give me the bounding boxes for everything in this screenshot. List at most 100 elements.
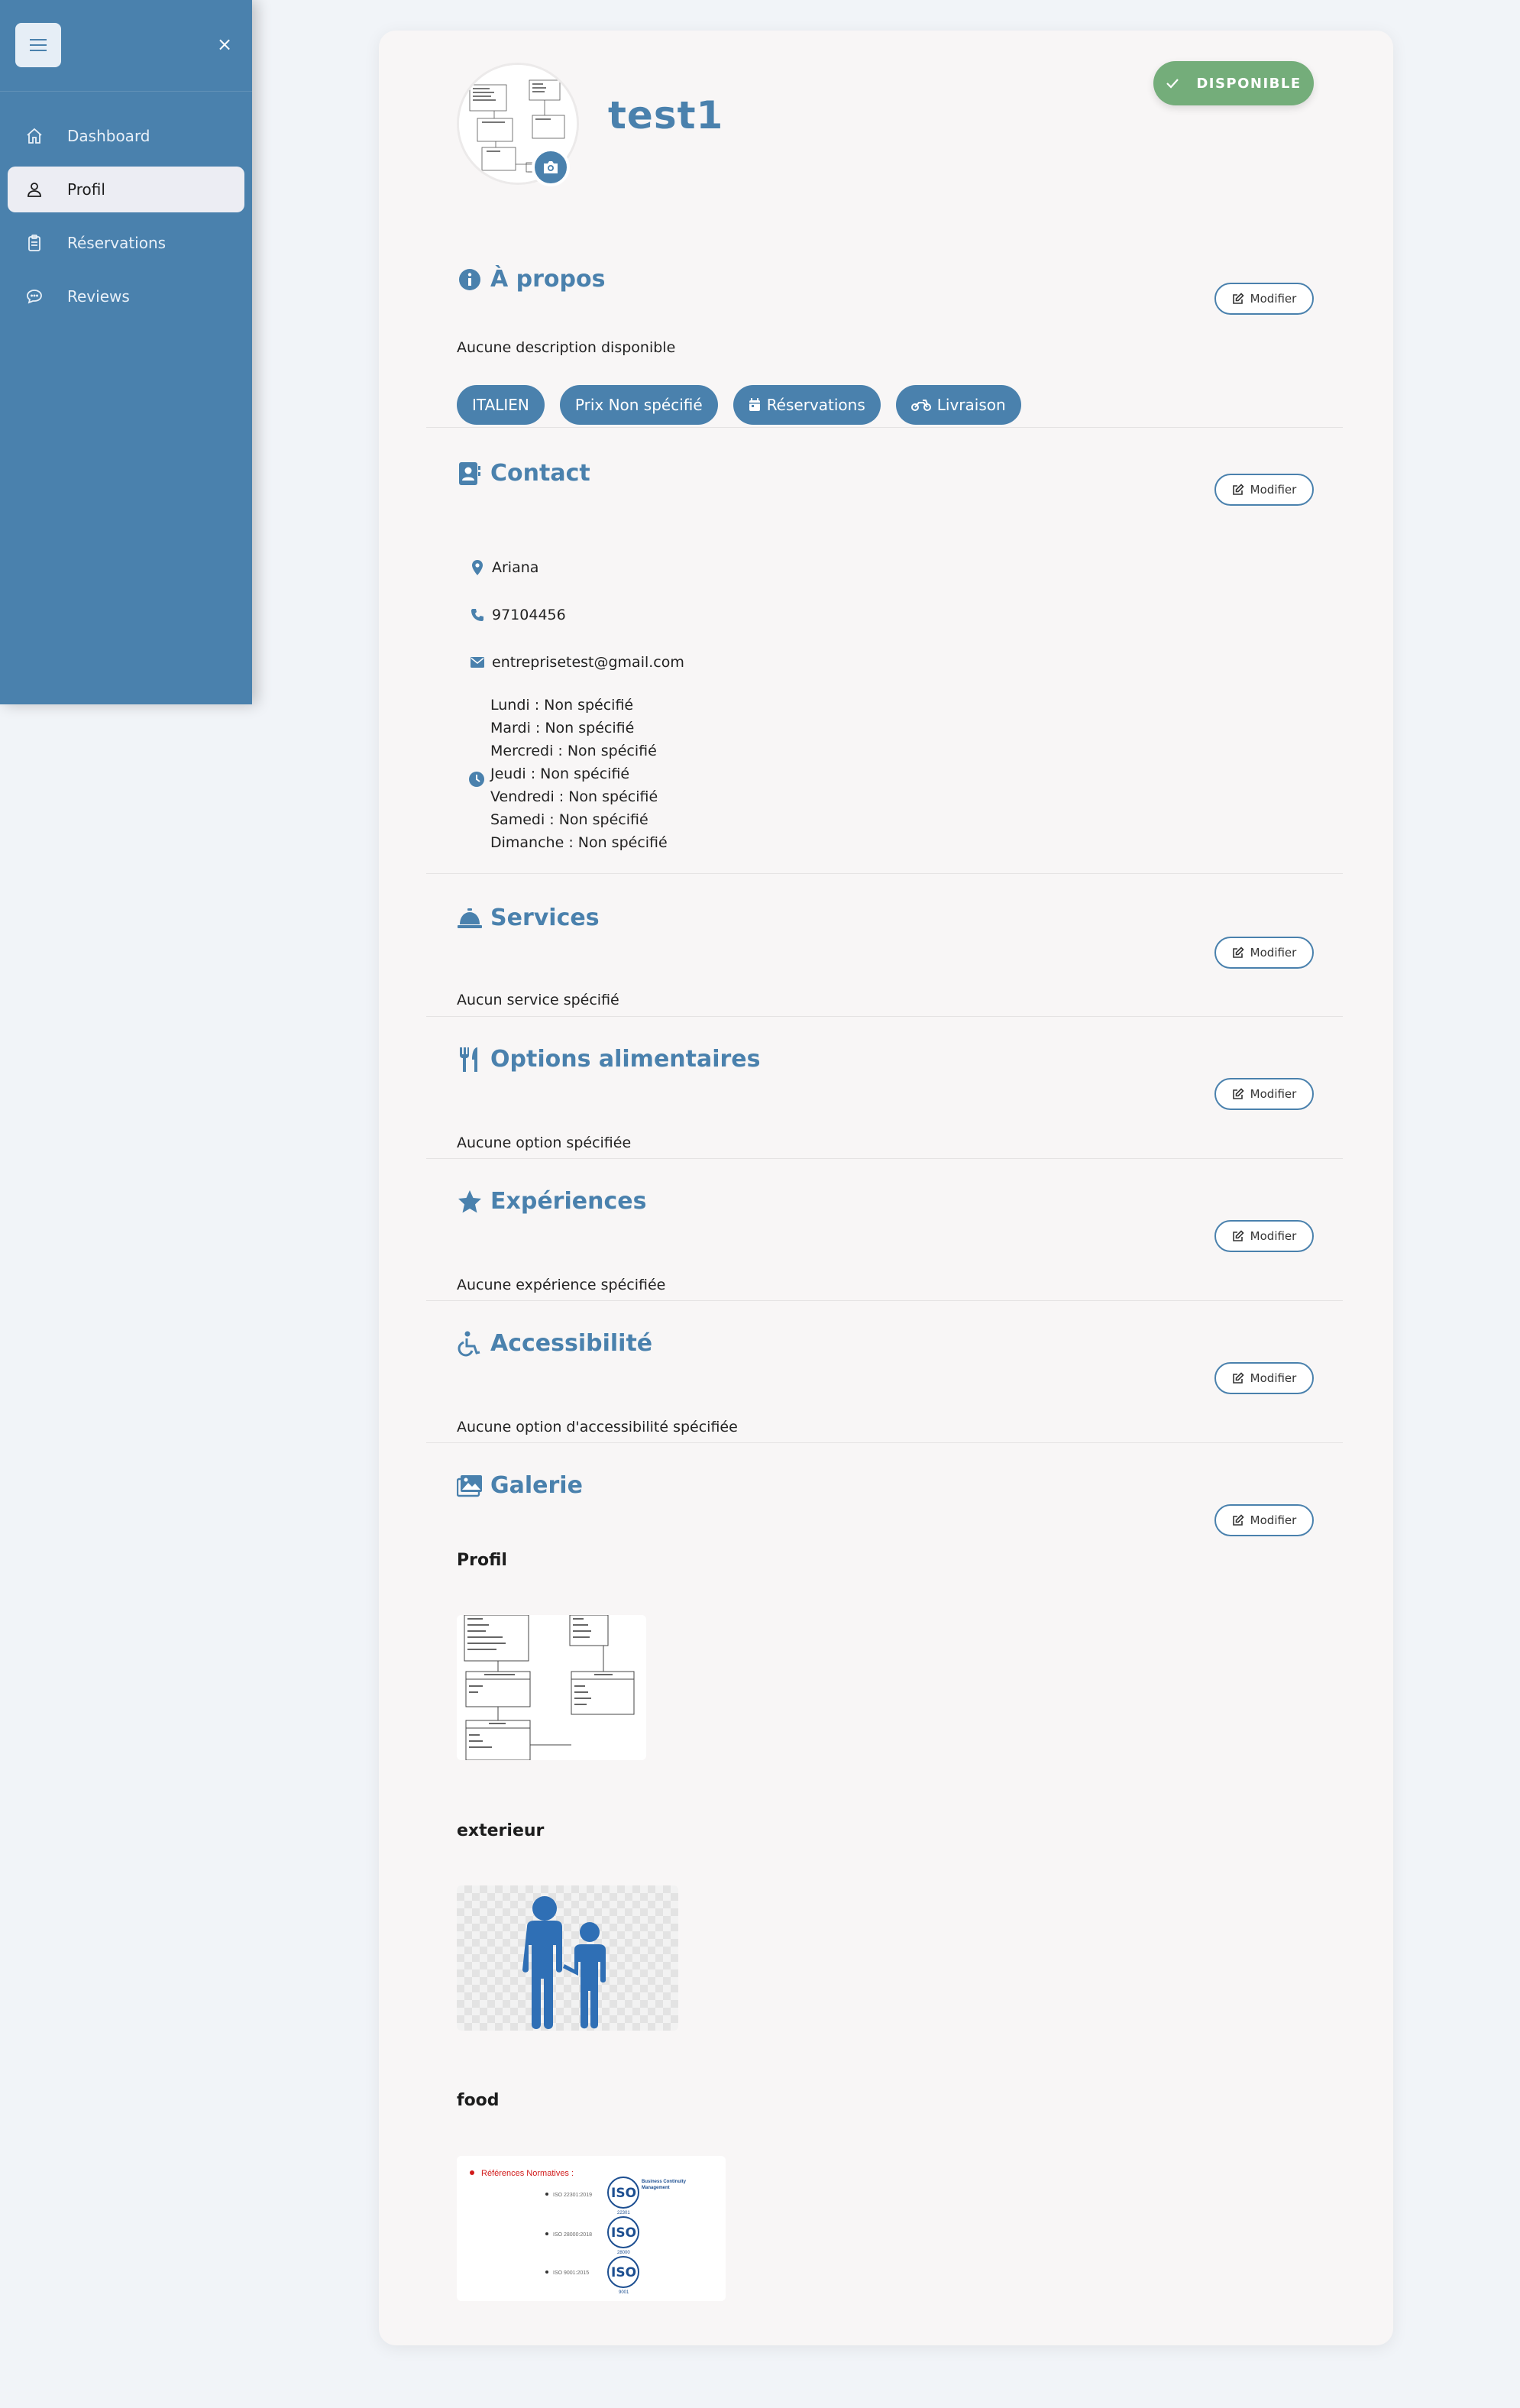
edit-services-button[interactable]: Modifier bbox=[1214, 937, 1314, 969]
contact-location-text: Ariana bbox=[492, 559, 539, 576]
dietary-text: Aucune option spécifiée bbox=[457, 1134, 632, 1151]
wheelchair-icon bbox=[457, 1331, 483, 1357]
edit-icon bbox=[1232, 1088, 1244, 1100]
food-image-heading: Références Normatives : bbox=[481, 2169, 574, 2178]
sidebar-item-reviews[interactable]: Reviews bbox=[8, 273, 244, 319]
opening-hours: Lundi : Non spécifié Mardi : Non spécifi… bbox=[490, 694, 668, 854]
sidebar-item-label: Dashboard bbox=[67, 127, 150, 145]
sidebar-header: × bbox=[0, 0, 252, 92]
contact-section: Contact Modifier Ariana 97104456 entrepr… bbox=[426, 428, 1343, 874]
section-title: Galerie bbox=[457, 1472, 583, 1499]
button-label: Modifier bbox=[1250, 292, 1297, 306]
status-badge[interactable]: DISPONIBLE bbox=[1153, 61, 1314, 105]
button-label: Modifier bbox=[1250, 483, 1297, 497]
hamburger-icon bbox=[30, 39, 47, 51]
edit-contact-button[interactable]: Modifier bbox=[1214, 474, 1314, 506]
hours-line: Jeudi : Non spécifié bbox=[490, 765, 630, 782]
sidebar-item-profil[interactable]: Profil bbox=[8, 167, 244, 212]
hours-line: Dimanche : Non spécifié bbox=[490, 834, 668, 851]
hours-line: Lundi : Non spécifié bbox=[490, 697, 634, 714]
star-icon bbox=[457, 1189, 483, 1215]
section-title: Services bbox=[457, 905, 600, 931]
about-tags: ITALIEN Prix Non spécifié Réservations L… bbox=[457, 385, 1037, 425]
gallery-group-label: Profil bbox=[457, 1551, 507, 1570]
parent-child-icon bbox=[522, 1896, 606, 2029]
contact-phone-text: 97104456 bbox=[492, 607, 566, 623]
sidebar-item-reservations[interactable]: Réservations bbox=[8, 220, 244, 266]
button-label: Modifier bbox=[1250, 1371, 1297, 1385]
contact-card-icon bbox=[457, 461, 483, 487]
section-title: Accessibilité bbox=[457, 1330, 652, 1357]
section-title-text: Expériences bbox=[490, 1188, 647, 1215]
section-title-text: Options alimentaires bbox=[490, 1046, 761, 1073]
section-title-text: Galerie bbox=[490, 1472, 583, 1499]
iso-badge-caption: Business Continuity Management bbox=[642, 2180, 687, 2190]
close-sidebar-button[interactable]: × bbox=[217, 35, 232, 53]
gallery-image-food[interactable]: Références Normatives : ISO 22301:2019 I… bbox=[457, 2156, 726, 2301]
button-label: Modifier bbox=[1250, 1087, 1297, 1101]
iso-badge-number: 22301 bbox=[617, 2211, 630, 2215]
edit-icon bbox=[1232, 293, 1244, 305]
edit-accessibility-button[interactable]: Modifier bbox=[1214, 1362, 1314, 1394]
tag-label: Livraison bbox=[936, 396, 1006, 414]
section-title-text: Services bbox=[490, 905, 600, 931]
user-icon bbox=[24, 180, 44, 199]
services-section: Services Modifier Aucun service spécifié bbox=[426, 874, 1343, 1017]
sidebar-nav: Dashboard Profil Réservations Reviews bbox=[0, 92, 252, 319]
clock-icon bbox=[469, 772, 484, 790]
experiences-text: Aucune expérience spécifiée bbox=[457, 1277, 666, 1293]
gallery-image-exterieur[interactable] bbox=[457, 1885, 678, 2031]
button-label: Modifier bbox=[1250, 946, 1297, 960]
food-image-item: ISO 28000:2018 bbox=[553, 2232, 592, 2238]
hours-line: Mercredi : Non spécifié bbox=[490, 743, 657, 759]
hours-line: Samedi : Non spécifié bbox=[490, 811, 648, 828]
section-title: Expériences bbox=[457, 1188, 646, 1215]
envelope-icon bbox=[469, 657, 486, 668]
tag-reservations: Réservations bbox=[733, 385, 881, 425]
camera-icon bbox=[544, 161, 558, 173]
images-icon bbox=[457, 1473, 483, 1499]
edit-about-button[interactable]: Modifier bbox=[1214, 283, 1314, 315]
edit-experiences-button[interactable]: Modifier bbox=[1214, 1220, 1314, 1252]
edit-gallery-button[interactable]: Modifier bbox=[1214, 1504, 1314, 1536]
tag-label: Prix Non spécifié bbox=[574, 396, 703, 414]
iso-badge-number: 28000 bbox=[617, 2251, 630, 2255]
menu-toggle-button[interactable] bbox=[15, 23, 61, 67]
utensils-icon bbox=[457, 1047, 483, 1073]
tag-delivery: Livraison bbox=[895, 385, 1021, 425]
gallery-image-profil[interactable] bbox=[457, 1615, 646, 1760]
iso-badge-text: ISO bbox=[611, 2186, 636, 2201]
info-icon bbox=[457, 267, 483, 293]
section-title-text: Accessibilité bbox=[490, 1330, 653, 1357]
profile-card: test1 DISPONIBLE À propos Modifier Aucun… bbox=[379, 31, 1393, 2345]
accessibility-text: Aucune option d'accessibilité spécifiée bbox=[457, 1419, 738, 1435]
edit-icon bbox=[1232, 1230, 1244, 1242]
tag-cuisine: ITALIEN bbox=[457, 385, 545, 425]
edit-icon bbox=[1232, 947, 1244, 959]
iso-badge-text: ISO bbox=[611, 2265, 636, 2280]
edit-icon bbox=[1232, 1372, 1244, 1384]
iso-badge-number: 9001 bbox=[619, 2290, 629, 2295]
hours-line: Mardi : Non spécifié bbox=[490, 720, 635, 736]
edit-dietary-button[interactable]: Modifier bbox=[1214, 1078, 1314, 1110]
sidebar: × Dashboard Profil Réservations Reviews bbox=[0, 0, 252, 704]
camera-upload-button[interactable] bbox=[532, 148, 570, 186]
clipboard-icon bbox=[24, 233, 44, 253]
page-title: test1 bbox=[608, 93, 724, 138]
bell-concierge-icon bbox=[457, 905, 483, 931]
dietary-section: Options alimentaires Modifier Aucune opt… bbox=[426, 1017, 1343, 1159]
sidebar-item-dashboard[interactable]: Dashboard bbox=[8, 113, 244, 159]
contact-location: Ariana bbox=[469, 559, 538, 576]
button-label: Modifier bbox=[1250, 1229, 1297, 1243]
motorcycle-icon bbox=[910, 398, 931, 412]
sidebar-item-label: Reviews bbox=[67, 287, 130, 306]
food-image-item: ISO 22301:2019 bbox=[553, 2193, 592, 2198]
phone-icon bbox=[469, 608, 486, 622]
edit-icon bbox=[1232, 1514, 1244, 1526]
chat-icon bbox=[24, 286, 44, 306]
sidebar-item-label: Profil bbox=[67, 180, 105, 199]
contact-phone[interactable]: 97104456 bbox=[469, 607, 566, 623]
button-label: Modifier bbox=[1250, 1513, 1297, 1527]
contact-email[interactable]: entreprisetest@gmail.com bbox=[469, 654, 684, 671]
gallery-group-label: exterieur bbox=[457, 1821, 545, 1840]
